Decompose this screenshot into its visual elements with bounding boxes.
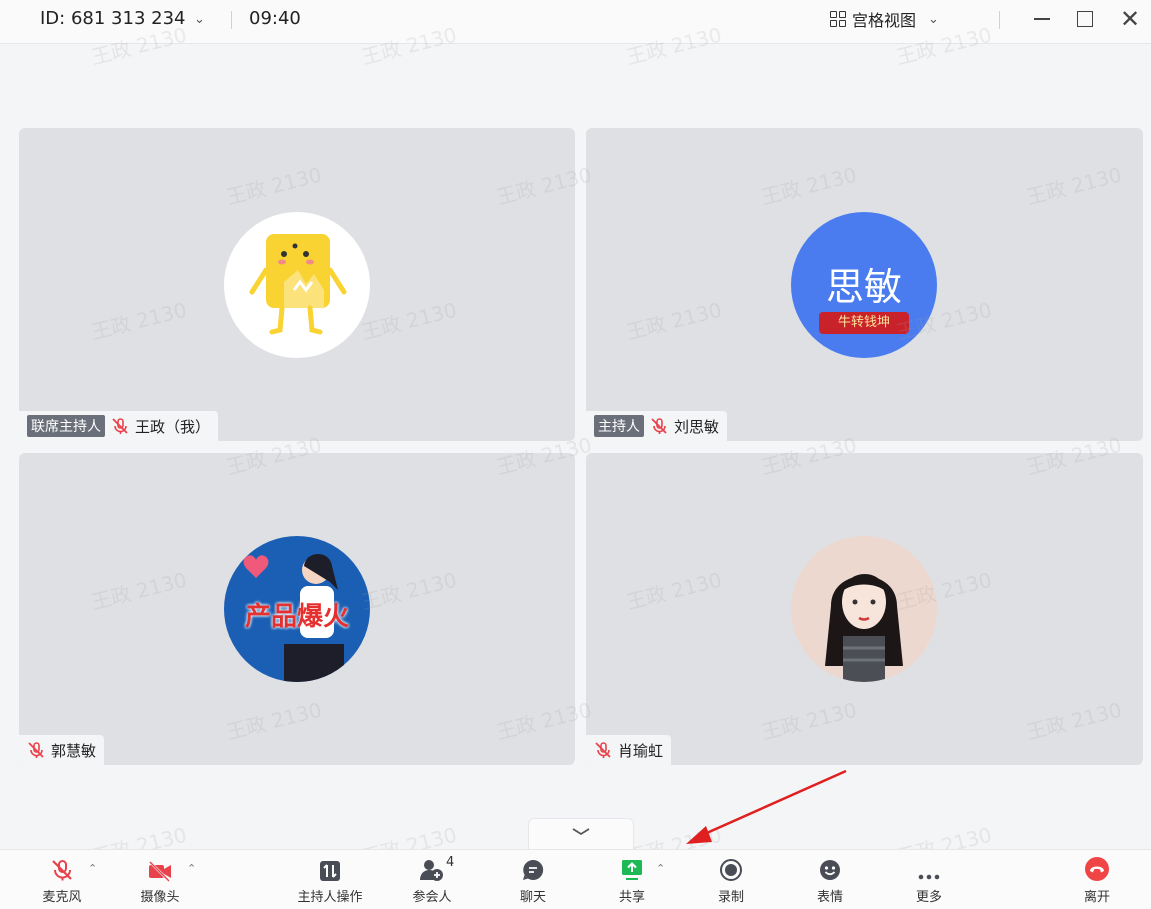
microphone-button[interactable]: 麦克风: [22, 850, 102, 909]
mic-muted-icon: [650, 417, 668, 435]
maximize-icon: [1077, 11, 1093, 27]
more-button[interactable]: 更多: [889, 850, 969, 909]
role-badge: 联席主持人: [27, 415, 105, 437]
participants-button[interactable]: 参会人: [392, 850, 472, 909]
leave-label: 离开: [1083, 890, 1110, 905]
role-badge: 主持人: [594, 415, 644, 437]
participant-name-tag: 联席主持人 王政（我）: [19, 411, 219, 441]
title-bar: ID: 681 313 234 ⌄ 09:40 宫格视图 ⌄ ✕: [0, 0, 1151, 44]
record-button[interactable]: 录制: [691, 850, 771, 909]
participant-name: 郭慧敏: [51, 741, 97, 760]
chevron-down-icon: ⌄: [928, 11, 939, 27]
participant-name: 肖瑜虹: [618, 741, 664, 760]
participant-tile[interactable]: 肖瑜虹: [586, 453, 1143, 765]
camera-options-caret-icon[interactable]: ⌃: [187, 862, 196, 875]
participant-name: 刘思敏: [674, 417, 720, 436]
chat-label: 聊天: [519, 890, 546, 905]
chat-icon: [521, 850, 545, 884]
avatar-banner: 牛转钱坤: [819, 312, 909, 334]
chevron-down-icon[interactable]: ⌄: [194, 12, 205, 27]
participants-icon: [419, 850, 445, 884]
participants-label: 参会人: [412, 890, 452, 905]
participant-tile[interactable]: 思敏 牛转钱坤 主持人 刘思敏: [586, 128, 1143, 441]
avatar: 产品爆火: [224, 536, 370, 682]
minimize-icon: [1034, 18, 1050, 20]
avatar-text: 产品爆火: [244, 602, 349, 632]
mic-options-caret-icon[interactable]: ⌃: [88, 862, 97, 875]
maximize-button[interactable]: [1070, 4, 1100, 34]
participant-name: 王政（我）: [135, 417, 211, 436]
record-icon: [719, 850, 743, 884]
mic-muted-icon: [594, 741, 612, 759]
view-mode-dropdown[interactable]: 宫格视图 ⌄: [830, 6, 939, 32]
chevron-down-icon: [572, 828, 590, 836]
more-dots-icon: [917, 850, 941, 884]
avatar-text: 思敏: [825, 265, 902, 309]
emoji-icon: [818, 850, 842, 884]
more-label: 更多: [915, 890, 942, 905]
host-operations-button[interactable]: 主持人操作: [290, 850, 370, 909]
chat-button[interactable]: 聊天: [493, 850, 573, 909]
participant-name-tag: 郭慧敏: [19, 735, 105, 765]
camera-off-icon: [147, 850, 173, 884]
reaction-button[interactable]: 表情: [790, 850, 870, 909]
collapse-toolbar-button[interactable]: [528, 818, 634, 850]
microphone-label: 麦克风: [42, 890, 82, 905]
camera-label: 摄像头: [140, 890, 180, 905]
hang-up-icon: [1084, 850, 1110, 884]
participant-name-tag: 主持人 刘思敏: [586, 411, 728, 441]
participant-name-tag: 肖瑜虹: [586, 735, 672, 765]
avatar: 思敏 牛转钱坤: [791, 212, 937, 358]
meeting-id[interactable]: ID: 681 313 234: [40, 8, 185, 29]
mic-muted-icon: [111, 417, 129, 435]
divider: [999, 11, 1000, 29]
share-screen-icon: [620, 850, 644, 884]
mic-muted-icon: [27, 741, 45, 759]
avatar: [791, 536, 937, 682]
reaction-label: 表情: [816, 890, 843, 905]
close-icon: ✕: [1119, 5, 1141, 33]
minimize-button[interactable]: [1027, 4, 1057, 34]
avatar: [224, 212, 370, 358]
bottom-toolbar: 麦克风 ⌃ 摄像头 ⌃ 主持人操作 参会人 4 聊天 共享 ⌃ 录制 表情 更多…: [0, 849, 1151, 909]
meeting-time: 09:40: [249, 8, 301, 29]
host-operations-label: 主持人操作: [297, 890, 363, 905]
participants-count: 4: [446, 855, 455, 870]
record-label: 录制: [717, 890, 744, 905]
share-options-caret-icon[interactable]: ⌃: [656, 862, 665, 875]
participant-tile[interactable]: 产品爆火 郭慧敏: [19, 453, 575, 765]
share-label: 共享: [618, 890, 645, 905]
grid-view-icon: [830, 11, 846, 27]
participant-tile[interactable]: 联席主持人 王政（我）: [19, 128, 575, 441]
share-screen-button[interactable]: 共享: [592, 850, 672, 909]
camera-button[interactable]: 摄像头: [120, 850, 200, 909]
host-ops-icon: [319, 850, 341, 884]
divider: [231, 11, 232, 29]
close-button[interactable]: ✕: [1115, 4, 1145, 34]
leave-meeting-button[interactable]: 离开: [1057, 850, 1137, 909]
mic-muted-icon: [50, 850, 74, 884]
view-mode-label: 宫格视图: [852, 11, 917, 30]
